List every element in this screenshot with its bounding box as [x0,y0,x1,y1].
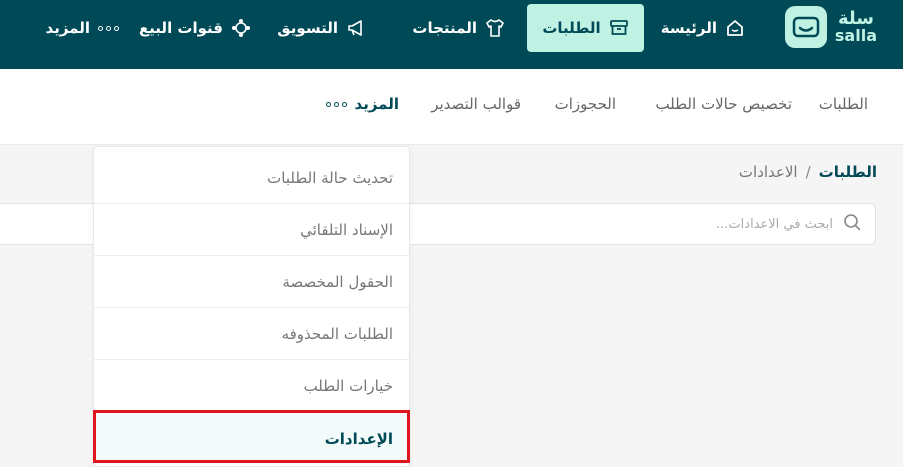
menu-item-update-order-status[interactable]: تحديث حالة الطلبات [94,153,409,204]
logo-english: salla [834,26,877,45]
nav-home-label: الرئيسة [660,19,717,37]
nav-products-label: المنتجات [412,19,477,37]
subnav-reservations[interactable]: الحجوزات [555,95,616,113]
nav-marketing[interactable]: التسويق [265,4,378,52]
nav-more[interactable]: المزيد [34,4,131,52]
nav-more-label: المزيد [45,19,90,37]
salla-logo[interactable]: سلة salla [777,6,877,48]
more-dots-icon [325,101,347,107]
top-navbar: سلة salla الرئيسة الطلبات المنتجات التسو… [0,0,903,69]
logo-icon [784,6,827,48]
search-icon [843,213,861,235]
subnav-orders[interactable]: الطلبات [819,95,868,113]
breadcrumb: الطلبات / الاعدادات [739,163,877,181]
archive-box-icon [609,18,629,38]
subnav-more[interactable]: المزيد [325,95,399,113]
breadcrumb-current: الاعدادات [738,163,798,181]
channels-icon [231,18,251,38]
more-dots-icon [98,25,119,31]
menu-item-settings[interactable]: الإعدادات [94,413,409,464]
nav-sales-channels[interactable]: قنوات البيع [127,4,263,52]
subnav-customize-status[interactable]: تخصيص حالات الطلب [655,95,792,113]
breadcrumb-parent[interactable]: الطلبات [819,163,877,181]
nav-products[interactable]: المنتجات [400,4,517,52]
home-icon [725,18,745,38]
menu-item-deleted-orders[interactable]: الطلبات المحذوفه [94,309,409,360]
menu-item-custom-fields[interactable]: الحقول المخصصة [94,257,409,308]
nav-home[interactable]: الرئيسة [649,4,757,52]
logo-wordmark: سلة salla [835,10,877,44]
settings-search-input[interactable] [533,216,833,232]
tshirt-icon [485,18,505,38]
nav-sales-channels-label: قنوات البيع [138,19,223,37]
sub-navbar: الطلبات تخصيص حالات الطلب الحجوزات قوالب… [0,69,903,145]
nav-marketing-label: التسويق [277,19,338,37]
subnav-export-templates[interactable]: قوالب التصدير [431,95,521,113]
menu-item-order-options[interactable]: خيارات الطلب [94,361,409,412]
menu-item-auto-assign[interactable]: الإسناد التلقائي [94,205,409,256]
nav-orders[interactable]: الطلبات [527,4,644,52]
more-dropdown-menu: تحديث حالة الطلبات الإسناد التلقائي الحق… [93,146,410,467]
megaphone-icon [346,18,366,38]
breadcrumb-separator: / [805,163,811,181]
subnav-more-label: المزيد [354,95,399,113]
nav-orders-label: الطلبات [542,19,601,37]
